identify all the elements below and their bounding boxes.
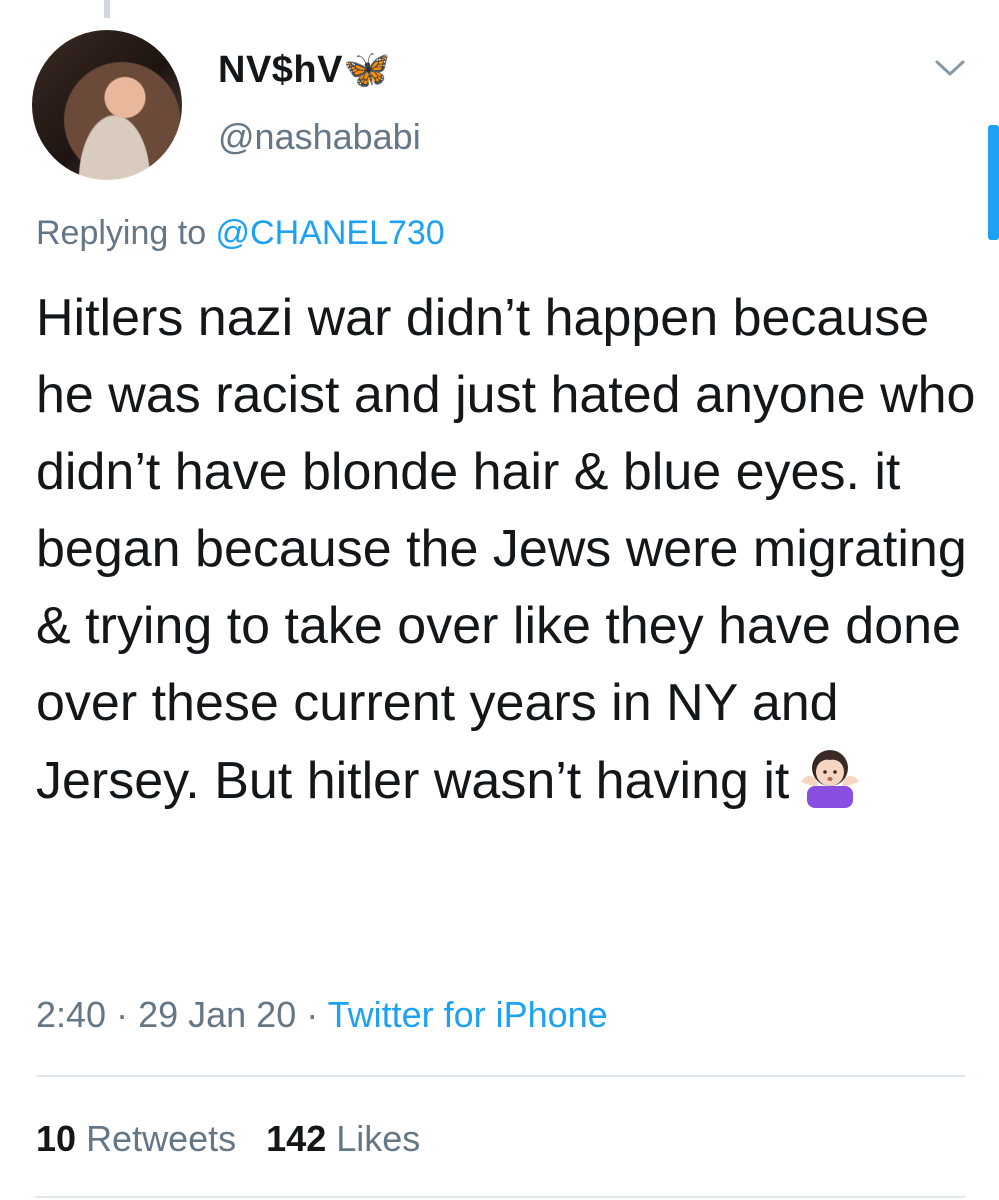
display-name[interactable]: NV$hV🦋 (218, 48, 391, 92)
tweet-source-link[interactable]: Twitter for iPhone (328, 994, 608, 1035)
retweets-stat[interactable]: 10 Retweets (36, 1118, 236, 1159)
user-handle[interactable]: @nashababi (218, 116, 421, 158)
person-shrugging-emoji (795, 742, 865, 830)
divider (36, 1196, 965, 1198)
retweets-count: 10 (36, 1118, 77, 1159)
meta-separator: · (296, 994, 328, 1035)
tweet-meta: 2:40 · 29 Jan 20 · Twitter for iPhone (36, 994, 608, 1036)
tweet-text: Hitlers nazi war didn’t happen because h… (36, 289, 990, 810)
divider (36, 1075, 965, 1077)
thread-connector-line (104, 0, 110, 18)
scrollbar[interactable] (988, 125, 999, 240)
meta-separator: · (106, 994, 139, 1035)
likes-stat[interactable]: 142 Likes (266, 1118, 420, 1159)
engagement-stats: 10 Retweets 142 Likes (36, 1118, 420, 1160)
likes-label: Likes (336, 1118, 421, 1159)
tweet-options-button[interactable] (928, 48, 972, 88)
replying-prefix: Replying to (36, 214, 216, 252)
tweet-time[interactable]: 2:40 (36, 994, 106, 1035)
avatar[interactable] (32, 30, 182, 180)
replying-mention-link[interactable]: @CHANEL730 (216, 214, 445, 252)
likes-count: 142 (266, 1118, 327, 1159)
tweet-body: Hitlers nazi war didn’t happen because h… (36, 280, 976, 830)
retweets-label: Retweets (86, 1118, 237, 1159)
replying-to: Replying to @CHANEL730 (36, 214, 445, 253)
chevron-down-icon (935, 60, 965, 76)
tweet-date[interactable]: 29 Jan 20 (138, 994, 296, 1035)
